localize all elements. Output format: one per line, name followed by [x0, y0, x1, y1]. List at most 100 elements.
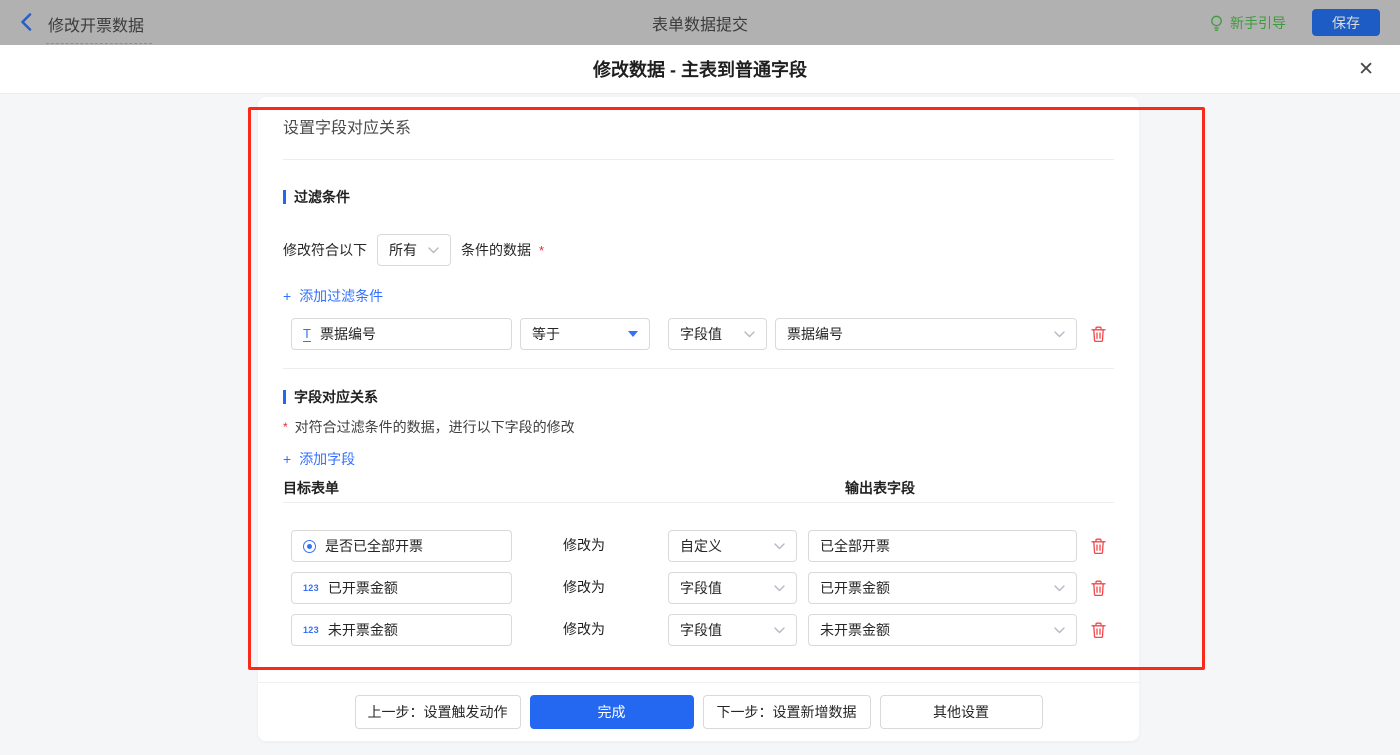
mapping-field-input[interactable]: 123 已开票金额	[291, 572, 512, 604]
mapping-type-select[interactable]: 自定义	[668, 530, 797, 562]
mapping-type-value: 自定义	[680, 536, 722, 556]
add-filter-condition-label: 添加过滤条件	[299, 286, 383, 306]
mapping-row: 123 未开票金额 修改为 字段值 未开票金额	[258, 614, 1139, 645]
chevron-down-icon	[744, 331, 755, 338]
mapping-description-text: 对符合过滤条件的数据，进行以下字段的修改	[295, 417, 575, 437]
plus-icon: +	[283, 451, 291, 467]
number-field-icon: 123	[303, 625, 319, 635]
filter-field-value: 票据编号	[320, 324, 376, 344]
close-icon[interactable]: ✕	[1358, 60, 1374, 79]
filter-value-select[interactable]: 票据编号	[775, 318, 1077, 350]
trash-icon	[1090, 537, 1107, 555]
mapping-type-select[interactable]: 字段值	[668, 572, 797, 604]
mapping-field-value: 未开票金额	[328, 620, 398, 640]
mapping-type-value: 字段值	[680, 578, 722, 598]
modify-to-label: 修改为	[563, 572, 605, 603]
mapping-type-value: 字段值	[680, 620, 722, 640]
delete-row-button[interactable]	[1090, 325, 1107, 343]
mapping-type-select[interactable]: 字段值	[668, 614, 797, 646]
mapping-value-select[interactable]: 已开票金额	[808, 572, 1077, 604]
mapping-column-headers: 目标表单 输出表字段	[258, 478, 1139, 498]
mapping-row: 是否已全部开票 修改为 自定义 已全部开票	[258, 530, 1139, 561]
modify-to-label: 修改为	[563, 614, 605, 645]
add-field-label: 添加字段	[299, 449, 355, 469]
guide-label: 新手引导	[1230, 13, 1286, 33]
mapping-field-input[interactable]: 是否已全部开票	[291, 530, 512, 562]
trash-icon	[1090, 621, 1107, 639]
divider	[283, 368, 1114, 369]
mapping-value-select[interactable]: 未开票金额	[808, 614, 1077, 646]
match-suffix-label: 条件的数据	[461, 240, 531, 260]
plus-icon: +	[283, 288, 291, 304]
back-button[interactable]	[20, 0, 32, 45]
filter-operator-value: 等于	[532, 324, 560, 344]
filter-field-input[interactable]: T 票据编号	[291, 318, 512, 350]
required-asterisk: *	[539, 243, 544, 258]
caret-down-icon	[628, 331, 638, 337]
filter-section-label: 过滤条件	[294, 187, 350, 207]
mapping-field-input[interactable]: 123 未开票金额	[291, 614, 512, 646]
lightbulb-icon	[1209, 15, 1224, 31]
add-filter-condition-link[interactable]: + 添加过滤条件	[283, 286, 383, 306]
match-mode-value: 所有	[389, 240, 417, 260]
footer-divider	[258, 682, 1139, 683]
chevron-down-icon	[1054, 627, 1065, 634]
mapping-field-value: 是否已全部开票	[325, 536, 423, 556]
filter-value: 票据编号	[787, 324, 843, 344]
save-button[interactable]: 保存	[1312, 9, 1380, 36]
mapping-description: * 对符合过滤条件的数据，进行以下字段的修改	[283, 417, 575, 437]
page-title: 表单数据提交	[0, 11, 1400, 35]
topbar-left: 修改开票数据	[20, 0, 152, 45]
output-field-header: 输出表字段	[845, 478, 915, 498]
chevron-down-icon	[428, 247, 439, 254]
footer-buttons: 上一步：设置触发动作 完成 下一步：设置新增数据 其他设置	[258, 695, 1139, 729]
settings-card: 设置字段对应关系 过滤条件 修改符合以下 所有 条件的数据 * + 添加过滤条件…	[258, 97, 1139, 741]
section-accent-bar	[283, 190, 286, 204]
required-asterisk: *	[283, 420, 288, 434]
filter-value-type-select[interactable]: 字段值	[668, 318, 767, 350]
chevron-down-icon	[774, 543, 785, 550]
match-condition-row: 修改符合以下 所有 条件的数据 *	[283, 234, 544, 266]
delete-row-button[interactable]	[1090, 621, 1107, 639]
mapping-value: 未开票金额	[820, 620, 890, 640]
delete-row-button[interactable]	[1090, 537, 1107, 555]
flow-title[interactable]: 修改开票数据	[46, 12, 152, 44]
guide-link[interactable]: 新手引导	[1209, 13, 1286, 33]
chevron-down-icon	[1054, 331, 1065, 338]
text-field-icon: T	[303, 327, 311, 342]
done-button[interactable]: 完成	[530, 695, 694, 729]
modal-body: 设置字段对应关系 过滤条件 修改符合以下 所有 条件的数据 * + 添加过滤条件…	[0, 94, 1400, 755]
mapping-value-input[interactable]: 已全部开票	[808, 530, 1077, 562]
filter-operator-select[interactable]: 等于	[520, 318, 650, 350]
modal-title: 修改数据 - 主表到普通字段	[593, 56, 807, 82]
section-accent-bar	[283, 390, 286, 404]
add-field-link[interactable]: + 添加字段	[283, 449, 355, 469]
mapping-section-label: 字段对应关系	[294, 387, 378, 407]
modify-to-label: 修改为	[563, 530, 605, 561]
trash-icon	[1090, 579, 1107, 597]
radio-field-icon	[303, 540, 316, 553]
chevron-down-icon	[1054, 585, 1065, 592]
next-step-button[interactable]: 下一步：设置新增数据	[703, 695, 871, 729]
match-mode-select[interactable]: 所有	[377, 234, 451, 266]
divider	[283, 502, 1114, 503]
trash-icon	[1090, 325, 1107, 343]
other-settings-button[interactable]: 其他设置	[880, 695, 1043, 729]
back-chevron-icon	[20, 13, 32, 31]
target-form-header: 目标表单	[283, 478, 339, 498]
filter-value-type: 字段值	[680, 324, 722, 344]
mapping-value: 已开票金额	[820, 578, 890, 598]
match-prefix-label: 修改符合以下	[283, 240, 367, 260]
chevron-down-icon	[774, 627, 785, 634]
number-field-icon: 123	[303, 583, 319, 593]
chevron-down-icon	[774, 585, 785, 592]
topbar-right: 新手引导 保存	[1209, 9, 1380, 36]
previous-step-button[interactable]: 上一步：设置触发动作	[355, 695, 521, 729]
delete-row-button[interactable]	[1090, 579, 1107, 597]
modal-header: 修改数据 - 主表到普通字段 ✕	[0, 45, 1400, 94]
divider	[283, 159, 1114, 160]
mapping-row: 123 已开票金额 修改为 字段值 已开票金额	[258, 572, 1139, 603]
mapping-field-value: 已开票金额	[328, 578, 398, 598]
filter-section-title: 过滤条件	[283, 187, 350, 207]
topbar: 修改开票数据 表单数据提交 新手引导 保存	[0, 0, 1400, 45]
